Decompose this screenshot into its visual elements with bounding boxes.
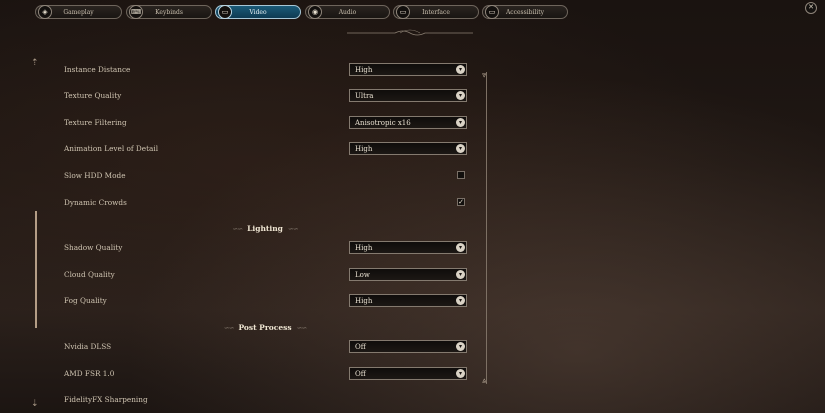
scrollbar-bottom-cap-icon: ⩓ xyxy=(482,376,487,385)
dropdown-value: High xyxy=(355,66,373,74)
setting-fog-quality: Fog Quality High ▾ xyxy=(64,294,470,308)
dropdown-value: Off xyxy=(355,343,366,351)
flourish-left-icon: ∽∽ xyxy=(223,324,235,332)
slow-hdd-mode-checkbox[interactable] xyxy=(457,171,465,179)
tab-interface[interactable]: ▭ Interface xyxy=(393,5,479,19)
section-header-post-process: ∽∽ Post Process ∽∽ xyxy=(175,323,355,332)
texture-filtering-dropdown[interactable]: Anisotropic x16 ▾ xyxy=(349,116,467,129)
tab-label: Accessibility xyxy=(505,9,545,16)
fog-quality-dropdown[interactable]: High ▾ xyxy=(349,294,467,307)
setting-label: Instance Distance xyxy=(64,65,131,74)
setting-dynamic-crowds: Dynamic Crowds ✓ xyxy=(64,196,470,210)
dropdown-value: Low xyxy=(355,271,370,279)
tab-label: Gameplay xyxy=(63,9,94,16)
setting-label: Fog Quality xyxy=(64,296,107,305)
scroll-down-icon[interactable]: ⇣ xyxy=(31,399,39,409)
chevron-down-icon: ▾ xyxy=(456,144,465,153)
tab-gameplay[interactable]: ◈ Gameplay xyxy=(35,5,122,19)
animation-lod-dropdown[interactable]: High ▾ xyxy=(349,142,467,155)
tab-label: Audio xyxy=(338,9,357,16)
chevron-down-icon: ▾ xyxy=(456,342,465,351)
tab-keybinds[interactable]: ⌨ Keybinds xyxy=(126,5,212,19)
flourish-left-icon: ∽∽ xyxy=(232,225,243,233)
setting-cloud-quality: Cloud Quality Low ▾ xyxy=(64,268,470,282)
tab-accessibility[interactable]: ▭ Accessibility xyxy=(482,5,568,19)
setting-slow-hdd-mode: Slow HDD Mode xyxy=(64,169,470,183)
shadow-quality-dropdown[interactable]: High ▾ xyxy=(349,241,467,254)
section-title: Lighting xyxy=(247,224,283,233)
dropdown-value: High xyxy=(355,145,373,153)
setting-label: Animation Level of Detail xyxy=(64,144,159,153)
dropdown-value: High xyxy=(355,297,373,305)
chevron-down-icon: ▾ xyxy=(456,65,465,74)
instance-distance-dropdown[interactable]: High ▾ xyxy=(349,63,467,76)
setting-texture-filtering: Texture Filtering Anisotropic x16 ▾ xyxy=(64,116,470,130)
setting-label: FidelityFX Sharpening xyxy=(64,395,148,404)
setting-instance-distance: Instance Distance High ▾ xyxy=(64,63,470,77)
setting-texture-quality: Texture Quality Ultra ▾ xyxy=(64,89,470,103)
texture-quality-dropdown[interactable]: Ultra ▾ xyxy=(349,89,467,102)
setting-label: Cloud Quality xyxy=(64,270,115,279)
tab-label: Video xyxy=(249,9,267,16)
tab-label: Interface xyxy=(422,9,450,16)
setting-amd-fsr: AMD FSR 1.0 Off ▾ xyxy=(64,367,470,381)
header-ornament xyxy=(347,29,473,36)
setting-label: Texture Filtering xyxy=(64,118,127,127)
dropdown-value: Anisotropic x16 xyxy=(355,119,411,127)
setting-label: Texture Quality xyxy=(64,91,122,100)
setting-label: AMD FSR 1.0 xyxy=(64,369,115,378)
dropdown-value: Ultra xyxy=(355,92,374,100)
scroll-up-icon[interactable]: ⇡ xyxy=(31,58,39,68)
cloud-quality-dropdown[interactable]: Low ▾ xyxy=(349,268,467,281)
left-scroll-thumb[interactable] xyxy=(35,211,37,328)
nvidia-dlss-dropdown[interactable]: Off ▾ xyxy=(349,340,467,353)
dynamic-crowds-checkbox[interactable]: ✓ xyxy=(457,198,465,206)
flourish-right-icon: ∽∽ xyxy=(287,225,299,233)
setting-fidelityfx-sharpening: FidelityFX Sharpening xyxy=(64,393,470,407)
chevron-down-icon: ▾ xyxy=(456,91,465,100)
setting-label: Nvidia DLSS xyxy=(64,342,112,351)
setting-label: Dynamic Crowds xyxy=(64,198,127,207)
setting-animation-lod: Animation Level of Detail High ▾ xyxy=(64,142,470,156)
tab-video[interactable]: ▭ Video xyxy=(215,5,301,19)
section-header-lighting: ∽∽ Lighting ∽∽ xyxy=(175,224,355,233)
chevron-down-icon: ▾ xyxy=(456,243,465,252)
flourish-right-icon: ∽∽ xyxy=(296,324,308,332)
chevron-down-icon: ▾ xyxy=(456,296,465,305)
setting-label: Shadow Quality xyxy=(64,243,123,252)
chevron-down-icon: ▾ xyxy=(456,118,465,127)
setting-label: Slow HDD Mode xyxy=(64,171,126,180)
setting-shadow-quality: Shadow Quality High ▾ xyxy=(64,241,470,255)
tab-audio[interactable]: ◉ Audio xyxy=(305,5,390,19)
chevron-down-icon: ▾ xyxy=(456,270,465,279)
amd-fsr-dropdown[interactable]: Off ▾ xyxy=(349,367,467,380)
chevron-down-icon: ▾ xyxy=(456,369,465,378)
dropdown-value: High xyxy=(355,244,373,252)
section-title: Post Process xyxy=(238,323,292,332)
dropdown-value: Off xyxy=(355,370,366,378)
scrollbar-track[interactable] xyxy=(486,72,487,384)
close-button[interactable]: ✕ xyxy=(805,2,817,14)
setting-nvidia-dlss: Nvidia DLSS Off ▾ xyxy=(64,340,470,354)
tab-label: Keybinds xyxy=(155,9,183,16)
